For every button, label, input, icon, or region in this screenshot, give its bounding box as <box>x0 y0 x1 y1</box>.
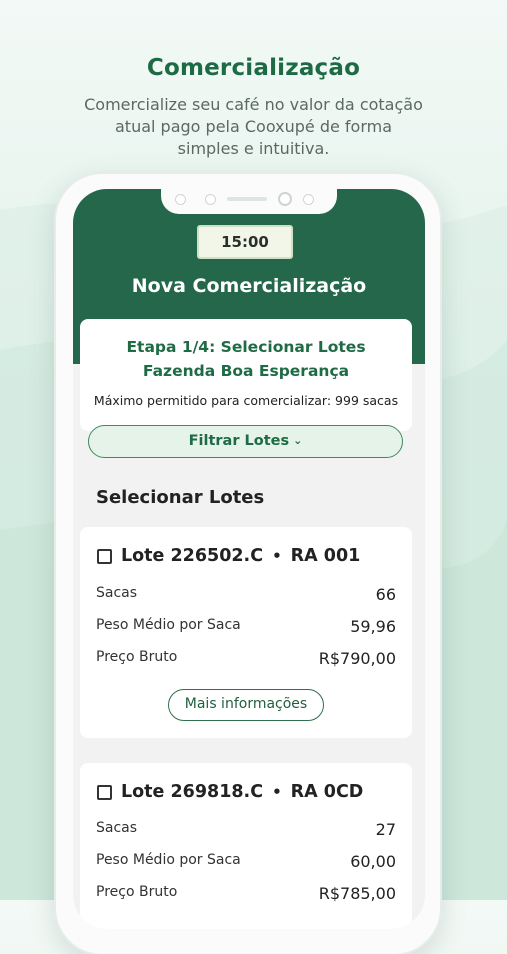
row-label: Sacas <box>96 585 138 601</box>
subtitle-line: simples e intuitiva. <box>177 139 330 158</box>
lot-card: Lote 269818.C • RA 0CD Sacas 27 Peso Méd… <box>80 763 412 929</box>
more-info-button[interactable]: Mais informações <box>168 689 324 721</box>
lot-row: Peso Médio por Saca 60,00 <box>96 852 396 871</box>
sensor-dot <box>175 194 186 205</box>
lot-row: Peso Médio por Saca 59,96 <box>96 617 396 636</box>
lot-checkbox[interactable] <box>97 548 112 564</box>
lot-header: Lote 226502.C • RA 001 <box>97 544 360 568</box>
separator-dot: • <box>272 547 282 565</box>
row-value: 27 <box>375 820 396 839</box>
row-value: 66 <box>375 585 396 604</box>
step-info: Etapa 1/4: Selecionar Lotes Fazenda Boa … <box>80 335 412 383</box>
lot-number: Lote 269818.C <box>121 782 264 802</box>
screen-title: Nova Comercialização <box>131 275 367 297</box>
status-time: 15:00 <box>197 225 293 259</box>
lot-ra: RA 001 <box>290 546 361 566</box>
filter-lots-button[interactable]: Filtrar Lotes ⌄ <box>88 425 403 458</box>
section-title: Selecionar Lotes <box>96 487 265 508</box>
row-value: R$790,00 <box>318 649 396 668</box>
lot-row: Preço Bruto R$790,00 <box>96 649 396 668</box>
page-subtitle: Comercialize seu café no valor da cotaçã… <box>70 94 437 160</box>
lot-header: Lote 269818.C • RA 0CD <box>97 780 363 804</box>
subtitle-line: Comercialize seu café no valor da cotaçã… <box>84 95 423 114</box>
row-label: Sacas <box>96 820 138 836</box>
separator-dot: • <box>272 783 282 801</box>
lot-row: Sacas 27 <box>96 820 396 839</box>
sensor-dot <box>303 194 314 205</box>
lot-ra: RA 0CD <box>290 782 364 802</box>
lot-row: Preço Bruto R$785,00 <box>96 884 396 903</box>
camera-icon <box>278 192 292 206</box>
farm-name: Fazenda Boa Esperança <box>142 362 350 380</box>
speaker-grille <box>227 197 267 201</box>
row-value: 60,00 <box>350 852 396 871</box>
page-headline: Comercialização <box>146 55 361 81</box>
row-label: Peso Médio por Saca <box>96 617 241 633</box>
lot-number: Lote 226502.C <box>121 546 264 566</box>
step-card: Etapa 1/4: Selecionar Lotes Fazenda Boa … <box>80 319 412 431</box>
lot-row: Sacas 66 <box>96 585 396 604</box>
lot-checkbox[interactable] <box>97 784 112 800</box>
subtitle-line: atual pago pela Cooxupé de forma <box>114 117 393 136</box>
phone-screen: 15:00 Nova Comercialização Etapa 1/4: Se… <box>73 189 425 929</box>
sensor-dot <box>205 194 216 205</box>
row-label: Preço Bruto <box>96 649 178 665</box>
row-label: Peso Médio por Saca <box>96 852 241 868</box>
row-value: 59,96 <box>350 617 396 636</box>
filter-label: Filtrar Lotes <box>188 433 290 449</box>
lot-card: Lote 226502.C • RA 001 Sacas 66 Peso Méd… <box>80 527 412 738</box>
chevron-down-icon: ⌄ <box>293 434 303 447</box>
row-label: Preço Bruto <box>96 884 178 900</box>
phone-notch <box>161 189 337 214</box>
step-label: Etapa 1/4: Selecionar Lotes <box>126 338 366 356</box>
max-allowed-text: Máximo permitido para comercializar: 999… <box>93 393 399 408</box>
row-value: R$785,00 <box>318 884 396 903</box>
